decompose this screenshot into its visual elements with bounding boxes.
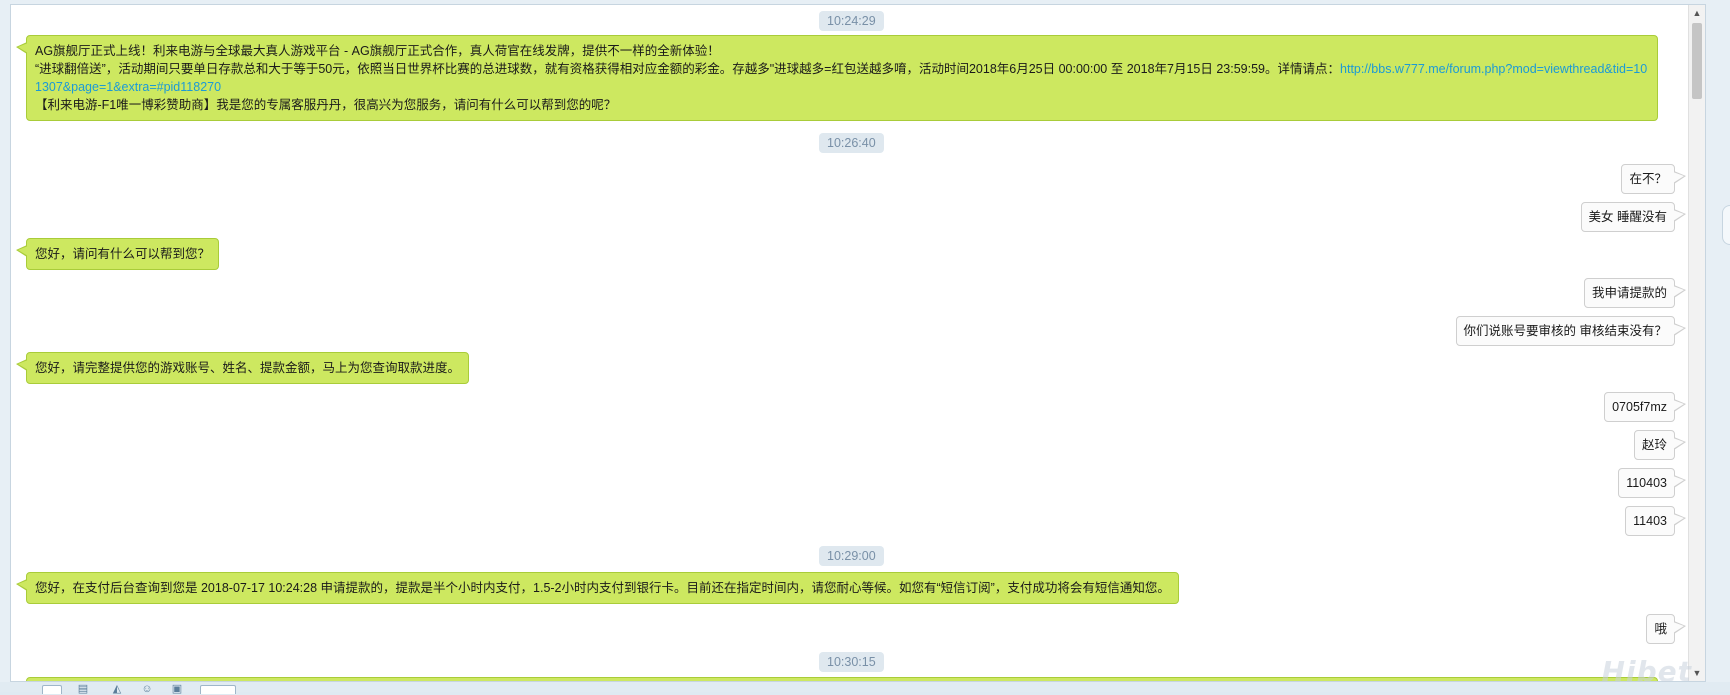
outgoing-message: 哦	[1646, 614, 1686, 644]
scroll-up-icon[interactable]: ▲	[1689, 5, 1705, 21]
outgoing-message: 你们说账号要审核的 审核结束没有？	[1455, 316, 1687, 346]
outgoing-message: 赵玲	[1633, 430, 1687, 460]
send-options-button[interactable]	[200, 685, 236, 694]
timestamp: 10:24:29	[819, 11, 884, 31]
outgoing-message: 美女 睡醒没有	[1580, 202, 1687, 232]
outgoing-message: 110403	[1618, 468, 1686, 498]
welcome-line-2b: 1307&page=1&extra=#pid118270	[35, 78, 1649, 96]
welcome-line-1: AG旗舰厅正式上线！利来电游与全球最大真人游戏平台 - AG旗舰厅正式合作，真人…	[35, 44, 720, 58]
outgoing-message: 0705f7mz	[1604, 392, 1686, 422]
vertical-scrollbar[interactable]: ▲ ▼	[1688, 5, 1705, 681]
scrollbar-thumb[interactable]	[1692, 23, 1702, 99]
outgoing-message: 11403	[1625, 506, 1686, 536]
promo-link-continued[interactable]: 1307&page=1&extra=#pid118270	[35, 80, 221, 94]
chat-history[interactable]: 10:24:29 AG旗舰厅正式上线！利来电游与全球最大真人游戏平台 - AG旗…	[10, 4, 1706, 682]
welcome-promo-text: “进球翻倍送”，活动期间只要单日存款总和大于等于50元，依照当日世界杯比赛的总进…	[35, 62, 1341, 76]
chat-window: 10:24:29 AG旗舰厅正式上线！利来电游与全球最大真人游戏平台 - AG旗…	[0, 0, 1730, 695]
emoji-icon[interactable]: ☺	[140, 684, 154, 695]
incoming-message: 您好，在支付后台查询到您是 2018-07-17 10:24:28 申请提款的，…	[16, 572, 1179, 604]
bell-icon[interactable]: ◭	[110, 684, 124, 695]
outgoing-message: 我申请提款的	[1583, 278, 1687, 308]
welcome-line-2: “进球翻倍送”，活动期间只要单日存款总和大于等于50元，依照当日世界杯比赛的总进…	[35, 60, 1649, 78]
file-icon[interactable]: ▤	[76, 684, 90, 695]
screenshot-icon[interactable]: ▣	[170, 684, 184, 695]
input-toolbar: ▤ ◭ ☺ ▣	[0, 682, 1730, 695]
outgoing-message: 在不？	[1621, 164, 1686, 194]
welcome-line-3: 【利来电游-F1唯一博彩赞助商】我是您的专属客服丹丹，很高兴为您服务，请问有什么…	[35, 98, 617, 112]
timestamp: 10:26:40	[819, 133, 884, 153]
timestamp: 10:30:15	[819, 652, 884, 672]
timestamp: 10:29:00	[819, 546, 884, 566]
font-button[interactable]	[42, 685, 62, 694]
side-panel-handle[interactable]	[1722, 205, 1730, 245]
incoming-message: 您好，请问有什么可以帮到您？	[15, 238, 220, 270]
promo-link[interactable]: http://bbs.w777.me/forum.php?mod=viewthr…	[1340, 62, 1647, 76]
message-list: 10:24:29 AG旗舰厅正式上线！利来电游与全球最大真人游戏平台 - AG旗…	[11, 5, 1689, 681]
incoming-message: 您好，请完整提供您的游戏账号、姓名、提款金额，马上为您查询取款进度。	[15, 352, 470, 384]
incoming-message-welcome: AG旗舰厅正式上线！利来电游与全球最大真人游戏平台 - AG旗舰厅正式合作，真人…	[16, 35, 1658, 121]
